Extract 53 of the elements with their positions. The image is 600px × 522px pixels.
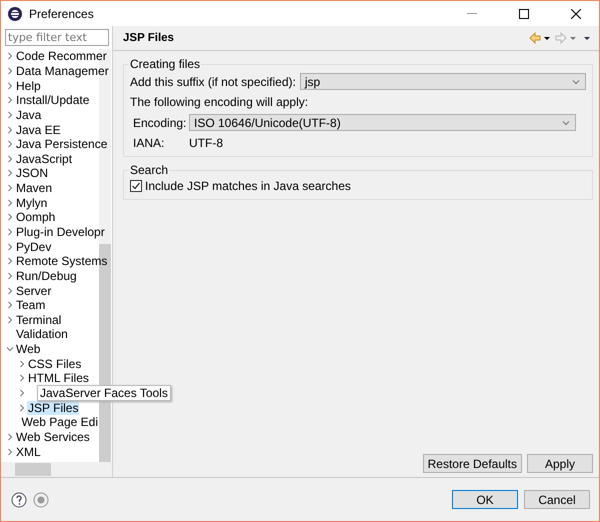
filter-field[interactable]: type filter text [5, 29, 109, 46]
tree-item[interactable]: XML [15, 444, 42, 459]
app-icon [7, 6, 23, 22]
dialog-button[interactable]: OK [452, 490, 518, 509]
tree-item[interactable]: Remote Systems [15, 254, 108, 268]
tree-item[interactable]: Plug-in Developr [15, 225, 106, 239]
tree-item[interactable]: Validation [15, 327, 69, 342]
window-title: Preferences [29, 6, 95, 20]
encoding-note: The following encoding will apply: [130, 95, 310, 109]
record-icon[interactable] [33, 492, 49, 508]
tree-item[interactable]: Web [15, 342, 42, 356]
field-label: Add this suffix (if not specified): [130, 74, 296, 88]
tree-item[interactable]: Install/Update [15, 93, 90, 108]
help-icon[interactable] [11, 492, 27, 508]
checkbox[interactable] [130, 180, 142, 192]
checkbox-label: Include JSP matches in Java searches [145, 179, 351, 193]
tree-item[interactable]: HTML Files [27, 371, 90, 386]
tree-item[interactable]: Mylyn [15, 196, 48, 210]
tree-item[interactable]: Help [15, 78, 42, 93]
tree-item[interactable]: Java [15, 108, 42, 122]
tree-item[interactable]: Data Managemer [15, 64, 110, 78]
encoding-dropdown[interactable]: ISO 10646/Unicode(UTF-8) [189, 114, 576, 131]
tree-item[interactable]: Java EE [15, 122, 62, 137]
group-title: Search [129, 163, 170, 177]
tree-item[interactable]: Web Page Edi [20, 415, 99, 430]
group-title: Creating files [129, 57, 202, 71]
tree-item[interactable]: Run/Debug [15, 268, 78, 283]
tree-item[interactable]: JSON [15, 166, 50, 180]
tree-item[interactable]: Web Services [15, 430, 91, 444]
field-label: Encoding: [133, 116, 185, 130]
navigation-arrows-icon[interactable] [529, 32, 593, 44]
tree-item[interactable]: Maven [15, 181, 54, 196]
tree-item[interactable]: Code Recommer [15, 49, 108, 64]
tooltip: JavaServer Faces Tools [37, 385, 171, 402]
iana-value: UTF-8 [189, 136, 223, 150]
tree-item[interactable]: Terminal [15, 312, 62, 327]
horizontal-scrollbar[interactable] [1, 462, 112, 477]
page-button[interactable]: Apply [527, 454, 593, 473]
page-button[interactable]: Restore Defaults [422, 454, 522, 473]
tree-item[interactable]: Java Persistence [15, 137, 108, 152]
tree-item[interactable]: Team [15, 298, 46, 312]
dialog-button[interactable]: Cancel [524, 490, 590, 509]
tree-item[interactable]: CSS Files [27, 356, 82, 371]
suffix-dropdown[interactable]: jsp [300, 73, 586, 90]
tree-item[interactable]: Server [15, 284, 52, 298]
maximize-icon[interactable] [519, 8, 529, 18]
close-icon[interactable] [571, 8, 581, 18]
tree-item[interactable]: Oomph [15, 210, 56, 224]
field-label: IANA: [133, 136, 166, 150]
tree-item[interactable]: JavaScript [15, 152, 74, 166]
page-title: JSP Files [123, 32, 175, 44]
tree-item[interactable]: PyDev [15, 240, 52, 254]
tree-item[interactable]: JSP Files [27, 400, 80, 415]
